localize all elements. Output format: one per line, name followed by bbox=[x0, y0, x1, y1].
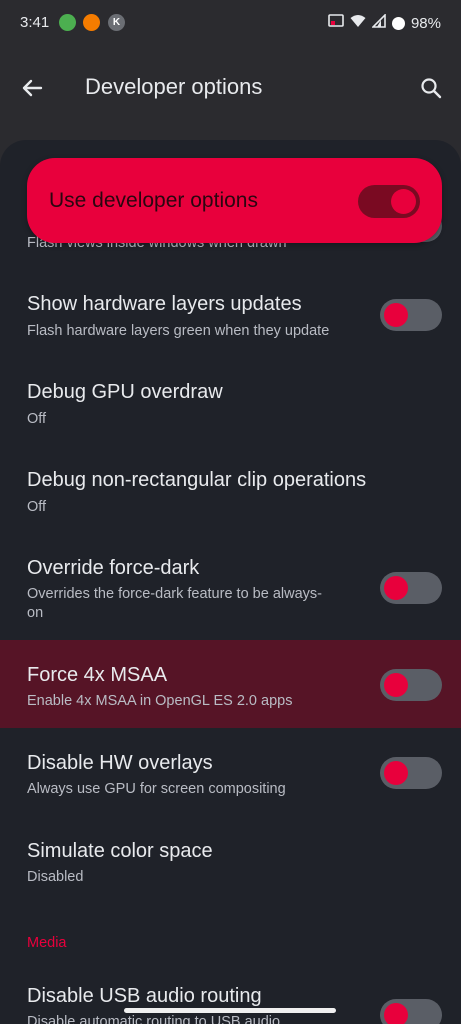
screen: 3:41 K 98% Developer options Use develop… bbox=[0, 0, 461, 1024]
master-switch-thumb bbox=[391, 189, 416, 214]
setting-subtitle: Off bbox=[27, 411, 47, 427]
setting-row-debug-gpu-overdraw[interactable]: Debug GPU overdraw Off bbox=[0, 356, 461, 444]
setting-title: Disable USB audio routing bbox=[27, 985, 262, 1007]
setting-switch[interactable] bbox=[380, 572, 442, 604]
setting-title: Simulate color space bbox=[27, 840, 213, 862]
wifi-icon bbox=[350, 14, 366, 32]
cast-icon bbox=[328, 14, 344, 32]
setting-title: Debug GPU overdraw bbox=[27, 381, 223, 403]
setting-subtitle: Flash hardware layers green when they up… bbox=[27, 323, 330, 339]
back-button[interactable] bbox=[14, 70, 50, 106]
battery-percent: 98% bbox=[410, 14, 441, 32]
setting-subtitle: Overrides the force-dark feature to be a… bbox=[27, 586, 322, 621]
switch-thumb bbox=[384, 303, 408, 327]
setting-switch[interactable] bbox=[380, 669, 442, 701]
switch-thumb bbox=[384, 673, 408, 697]
switch-thumb bbox=[384, 576, 408, 600]
signal-icon bbox=[371, 13, 386, 32]
section-header-media: Media bbox=[27, 935, 67, 951]
setting-switch[interactable] bbox=[380, 299, 442, 331]
status-bar: 3:41 K 98% bbox=[0, 0, 461, 48]
setting-title: Show hardware layers updates bbox=[27, 293, 302, 315]
setting-row-force-4x-msaa[interactable]: Force 4x MSAA Enable 4x MSAA in OpenGL E… bbox=[0, 640, 461, 728]
setting-subtitle: Disable automatic routing to USB audio bbox=[27, 1014, 281, 1024]
gesture-navigation-bar[interactable] bbox=[124, 1008, 336, 1013]
setting-title: Disable HW overlays bbox=[27, 752, 213, 774]
master-toggle-label: Use developer options bbox=[49, 189, 258, 212]
setting-row-disable-hw-overlays[interactable]: Disable HW overlays Always use GPU for s… bbox=[0, 728, 461, 816]
whatsapp-icon bbox=[59, 14, 76, 31]
use-developer-options-toggle[interactable]: Use developer options bbox=[27, 158, 442, 243]
switch-thumb bbox=[384, 1003, 408, 1024]
arrow-left-icon bbox=[22, 79, 43, 97]
search-icon bbox=[421, 78, 442, 99]
setting-row-simulate-color-space[interactable]: Simulate color space Disabled bbox=[0, 816, 461, 904]
master-switch[interactable] bbox=[358, 185, 420, 218]
orange-app-icon bbox=[83, 14, 100, 31]
setting-subtitle: Always use GPU for screen compositing bbox=[27, 781, 286, 797]
setting-subtitle: Disabled bbox=[27, 869, 84, 885]
status-right: 98% bbox=[328, 13, 441, 32]
page-title: Developer options bbox=[85, 74, 263, 99]
setting-title: Debug non-rectangular clip operations bbox=[27, 469, 367, 491]
setting-switch[interactable] bbox=[380, 999, 442, 1024]
setting-subtitle: Off bbox=[27, 499, 47, 515]
app-bar: Developer options bbox=[0, 48, 461, 128]
setting-subtitle: Enable 4x MSAA in OpenGL ES 2.0 apps bbox=[27, 693, 293, 709]
setting-row-show-hardware-layers-updates[interactable]: Show hardware layers updates Flash hardw… bbox=[0, 268, 461, 356]
setting-title: Override force-dark bbox=[27, 557, 200, 579]
setting-title: Force 4x MSAA bbox=[27, 664, 168, 686]
switch-thumb bbox=[384, 761, 408, 785]
setting-row-disable-usb-audio-routing[interactable]: Disable USB audio routing Disable automa… bbox=[0, 960, 461, 1024]
setting-row-override-force-dark[interactable]: Override force-dark Overrides the force-… bbox=[0, 532, 461, 640]
status-time: 3:41 bbox=[20, 14, 50, 31]
battery-icon bbox=[391, 16, 405, 30]
search-button[interactable] bbox=[413, 70, 449, 106]
setting-switch[interactable] bbox=[380, 757, 442, 789]
setting-row-debug-non-rect-clip[interactable]: Debug non-rectangular clip operations Of… bbox=[0, 444, 461, 532]
k-app-icon: K bbox=[108, 14, 125, 31]
